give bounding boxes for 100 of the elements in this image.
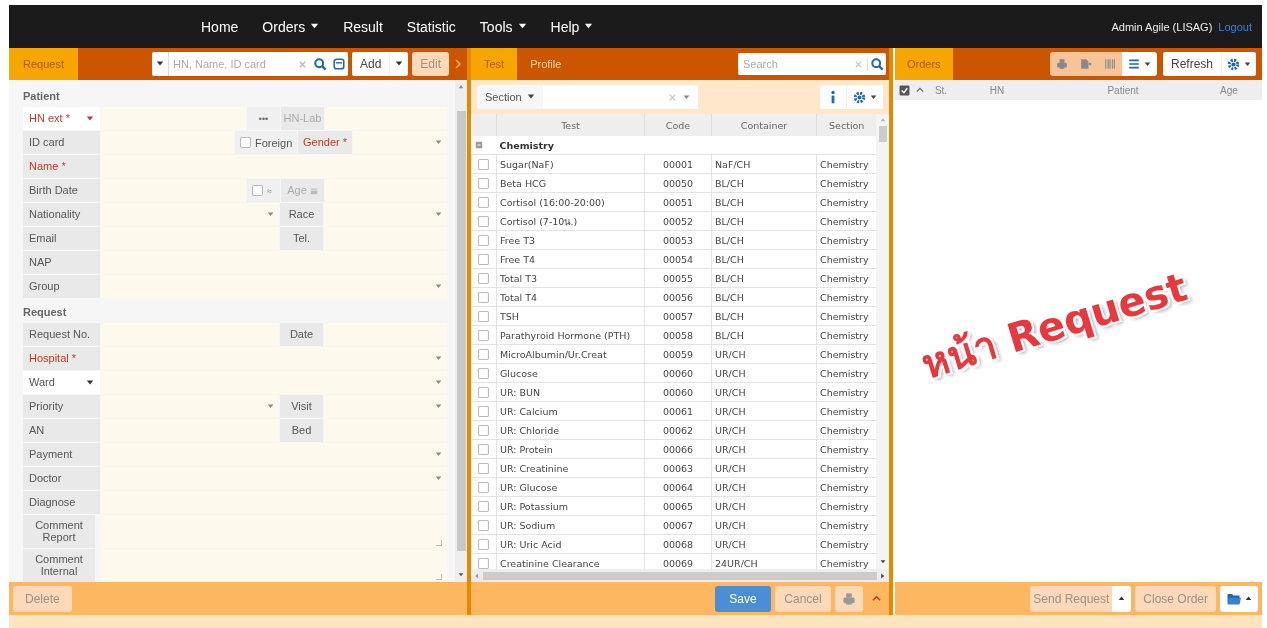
nav-menu-item[interactable]: Tools — [479, 18, 527, 35]
row-checkbox[interactable] — [478, 196, 489, 208]
checkbox[interactable] — [252, 185, 263, 196]
table-cell: NaF/CH — [711, 154, 817, 174]
select-field[interactable] — [324, 203, 447, 226]
search-field[interactable]: HN, Name, ID card — [152, 52, 348, 76]
scrollbar[interactable] — [876, 114, 889, 569]
column-header[interactable]: Section — [816, 114, 877, 136]
nav-menu-item[interactable]: Home — [201, 18, 239, 35]
sort-icon[interactable] — [916, 86, 924, 94]
row-checkbox[interactable] — [478, 291, 489, 303]
card-icon[interactable] — [332, 58, 345, 70]
table-cell: BL/CH — [711, 230, 817, 250]
settings-button[interactable] — [846, 85, 883, 109]
caret-icon — [1143, 60, 1151, 68]
table-cell: UR: Sodium — [496, 515, 645, 535]
scrollbar-thumb[interactable] — [878, 126, 887, 142]
label-dropdown[interactable]: Ward — [23, 371, 100, 394]
column-header[interactable]: Patient — [1107, 84, 1139, 96]
folder-button[interactable] — [1220, 585, 1258, 612]
save-button[interactable]: Save — [715, 585, 771, 612]
row-checkbox[interactable] — [478, 177, 489, 189]
logout-link[interactable]: Logout — [1218, 20, 1252, 33]
row-checkbox[interactable] — [478, 405, 489, 417]
text-area[interactable] — [101, 515, 447, 548]
dropdown-button[interactable] — [389, 52, 409, 76]
nav-menu-item[interactable]: Statistic — [406, 18, 456, 35]
list-button[interactable] — [1121, 52, 1157, 76]
search-field[interactable]: Search — [738, 53, 886, 75]
panel-tab[interactable]: Profile — [517, 48, 575, 80]
row-checkbox[interactable] — [478, 234, 489, 246]
row-checkbox[interactable] — [478, 519, 489, 531]
row-checkbox[interactable] — [478, 367, 489, 379]
user-name: Admin Agile (LISAG) — [1111, 20, 1213, 33]
chevron-up-icon[interactable] — [871, 594, 881, 603]
select-all-checkbox[interactable] — [898, 84, 910, 96]
select-field[interactable] — [101, 443, 447, 466]
select-field[interactable] — [101, 467, 447, 490]
label-dropdown[interactable]: HN ext * — [23, 107, 100, 130]
row-checkbox[interactable] — [478, 158, 489, 170]
search-icon[interactable] — [870, 57, 884, 71]
scrollbar[interactable] — [471, 569, 889, 582]
print-button[interactable] — [1049, 52, 1074, 76]
select-field[interactable] — [101, 275, 447, 298]
clear-icon — [298, 59, 308, 69]
row-checkbox[interactable] — [478, 557, 489, 569]
barcode-button[interactable] — [1097, 52, 1122, 76]
row-checkbox[interactable] — [478, 329, 489, 341]
column-header[interactable]: Age — [1220, 84, 1238, 96]
row-checkbox[interactable] — [478, 310, 489, 322]
table-cell: 00061 — [644, 401, 712, 421]
section-title: Patient — [23, 89, 61, 104]
row-checkbox[interactable] — [478, 272, 489, 284]
checkbox[interactable] — [240, 137, 251, 148]
panel-tab[interactable]: Request — [9, 48, 78, 80]
select-field[interactable] — [101, 371, 447, 394]
select-field[interactable] — [101, 395, 279, 418]
row-checkbox[interactable] — [478, 500, 489, 512]
table-cell: 00059 — [644, 344, 712, 364]
select-field[interactable] — [101, 347, 447, 370]
column-header[interactable]: Code — [644, 114, 712, 136]
text-area[interactable] — [101, 549, 447, 582]
row-checkbox[interactable] — [478, 215, 489, 227]
row-checkbox[interactable] — [478, 462, 489, 474]
column-header[interactable]: Test — [496, 114, 645, 136]
list-icon — [1127, 58, 1140, 70]
column-header[interactable]: HN — [989, 84, 1005, 96]
chevron-right-icon[interactable] — [453, 59, 463, 69]
panel-tab[interactable]: Test — [471, 48, 518, 80]
select-field[interactable] — [353, 131, 447, 154]
collapse-icon[interactable] — [474, 141, 483, 149]
nav-menu-item[interactable]: Help — [550, 18, 594, 35]
nav-menu-item[interactable]: Result — [343, 18, 383, 35]
caret-icon — [1244, 60, 1251, 68]
row-checkbox[interactable] — [478, 253, 489, 265]
filter-field[interactable] — [542, 85, 698, 109]
more-button[interactable]: ••• — [247, 107, 280, 130]
scrollbar[interactable] — [455, 80, 467, 582]
column-header[interactable]: St. — [934, 84, 948, 96]
field-label: HN-Lab — [281, 107, 324, 130]
field-label: Bed — [280, 419, 323, 442]
table-cell: BL/CH — [711, 268, 817, 288]
print-button[interactable] — [835, 585, 863, 612]
column-header[interactable]: Container — [711, 114, 817, 136]
nav-menu-item[interactable]: Orders — [262, 18, 320, 35]
panel-tab[interactable]: Orders — [895, 48, 953, 80]
settings-button[interactable] — [1221, 52, 1256, 76]
row-checkbox[interactable] — [478, 386, 489, 398]
row-checkbox[interactable] — [478, 424, 489, 436]
row-checkbox[interactable] — [478, 481, 489, 493]
row-checkbox[interactable] — [478, 443, 489, 455]
calendar-icon[interactable] — [309, 186, 318, 195]
select-field[interactable] — [324, 395, 447, 418]
row-checkbox[interactable] — [478, 538, 489, 550]
section-dropdown[interactable]: Section — [477, 85, 543, 109]
search-icon[interactable] — [314, 57, 328, 71]
table-cell: UR: Glucose — [496, 477, 645, 497]
row-checkbox[interactable] — [478, 348, 489, 360]
select-field[interactable] — [101, 203, 279, 226]
caret-icon — [435, 475, 442, 482]
